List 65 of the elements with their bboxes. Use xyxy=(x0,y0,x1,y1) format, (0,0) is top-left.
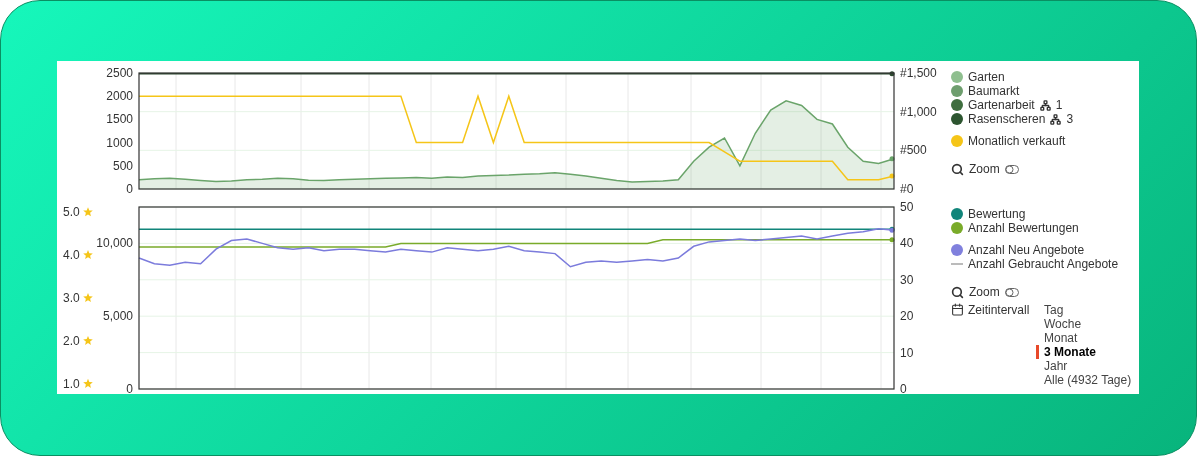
axis-tick-label: 1.0 xyxy=(63,376,80,391)
zoom-label: Zoom xyxy=(969,285,1000,299)
search-icon xyxy=(951,285,964,299)
axis-tick-label: 2.0 xyxy=(63,333,80,348)
interval-label: Zeitintervall xyxy=(968,303,1031,317)
star-icon xyxy=(83,293,93,302)
axis-tick-label: 5,000 xyxy=(102,309,133,324)
legend-label: Baumarkt xyxy=(968,84,1020,98)
search-icon xyxy=(951,162,964,176)
star-icon xyxy=(83,250,93,260)
star-icon xyxy=(83,335,93,345)
legend-item[interactable]: Monatlich verkauft xyxy=(951,134,1139,148)
interval-option[interactable]: Monat xyxy=(1036,331,1132,345)
legend-label: Anzahl Neu Angebote xyxy=(968,243,1085,257)
legend-item[interactable]: Rasenscheren 3 xyxy=(951,112,1139,126)
legend-item[interactable]: Anzahl Bewertungen xyxy=(951,221,1139,235)
axis-tick-label: 2500 xyxy=(106,66,133,80)
axis-tick-label: #0 xyxy=(900,182,914,196)
axis-tick-label: 500 xyxy=(112,158,133,173)
interval-option[interactable]: Tag xyxy=(1036,303,1132,317)
zoom-label: Zoom xyxy=(969,162,1000,176)
hierarchy-icon xyxy=(1039,99,1051,111)
axis-tick-label: 3.0 xyxy=(63,291,80,305)
axis-tick-label: #1,000 xyxy=(900,104,937,119)
legend-label: Rasenscheren xyxy=(968,112,1046,126)
legend-count: 1 xyxy=(1055,98,1063,112)
interval-option[interactable]: Jahr xyxy=(1036,359,1132,373)
axis-tick-label: 4.0 xyxy=(63,248,80,263)
axis-tick-label: 1000 xyxy=(106,135,133,150)
axis-tick-label: 5.0 xyxy=(63,205,80,220)
axis-tick-label: 10,000 xyxy=(96,236,133,251)
interval-option[interactable]: Woche xyxy=(1036,317,1132,331)
calendar-icon xyxy=(951,303,964,316)
axis-tick-label: 50 xyxy=(900,201,914,214)
legend-label: Monatlich verkauft xyxy=(968,134,1066,148)
legend-item[interactable]: Anzahl Gebraucht Angebote xyxy=(951,257,1139,271)
legend-label: Anzahl Bewertungen xyxy=(968,221,1079,235)
axis-tick-label: 0 xyxy=(126,382,133,396)
axis-tick-label: 0 xyxy=(126,182,133,196)
star-icon xyxy=(83,207,93,217)
legend-item[interactable]: Anzahl Neu Angebote xyxy=(951,243,1139,257)
legend-label: Bewertung xyxy=(968,207,1026,221)
legend-label: Anzahl Gebraucht Angebote xyxy=(968,257,1119,271)
legend-item[interactable]: Gartenarbeit 1 xyxy=(951,98,1139,112)
legend-item[interactable]: Garten xyxy=(951,70,1139,84)
interval-option[interactable]: 3 Monate xyxy=(1036,345,1132,359)
toggle-switch[interactable] xyxy=(1004,164,1019,174)
legend-label: Gartenarbeit xyxy=(968,98,1035,112)
axis-tick-label: 30 xyxy=(900,272,914,287)
legend-count: 3 xyxy=(1066,112,1074,126)
axis-tick-label: 0 xyxy=(900,382,907,396)
axis-tick-label: #1,500 xyxy=(900,66,937,80)
hierarchy-icon xyxy=(1050,113,1062,125)
toggle-switch[interactable] xyxy=(1004,287,1019,297)
axis-tick-label: 10 xyxy=(900,345,914,360)
axis-tick-label: 40 xyxy=(900,236,914,251)
legend-item[interactable]: Baumarkt xyxy=(951,84,1139,98)
legend-item[interactable]: Bewertung xyxy=(951,207,1139,221)
interval-option[interactable]: Alle (4932 Tage) xyxy=(1036,373,1132,387)
axis-tick-label: 2000 xyxy=(106,89,133,104)
star-icon xyxy=(83,378,93,388)
axis-tick-label: 1500 xyxy=(106,112,133,127)
axis-tick-label: 20 xyxy=(900,309,914,324)
axis-tick-label: #500 xyxy=(900,143,927,158)
legend-label: Garten xyxy=(968,70,1005,84)
